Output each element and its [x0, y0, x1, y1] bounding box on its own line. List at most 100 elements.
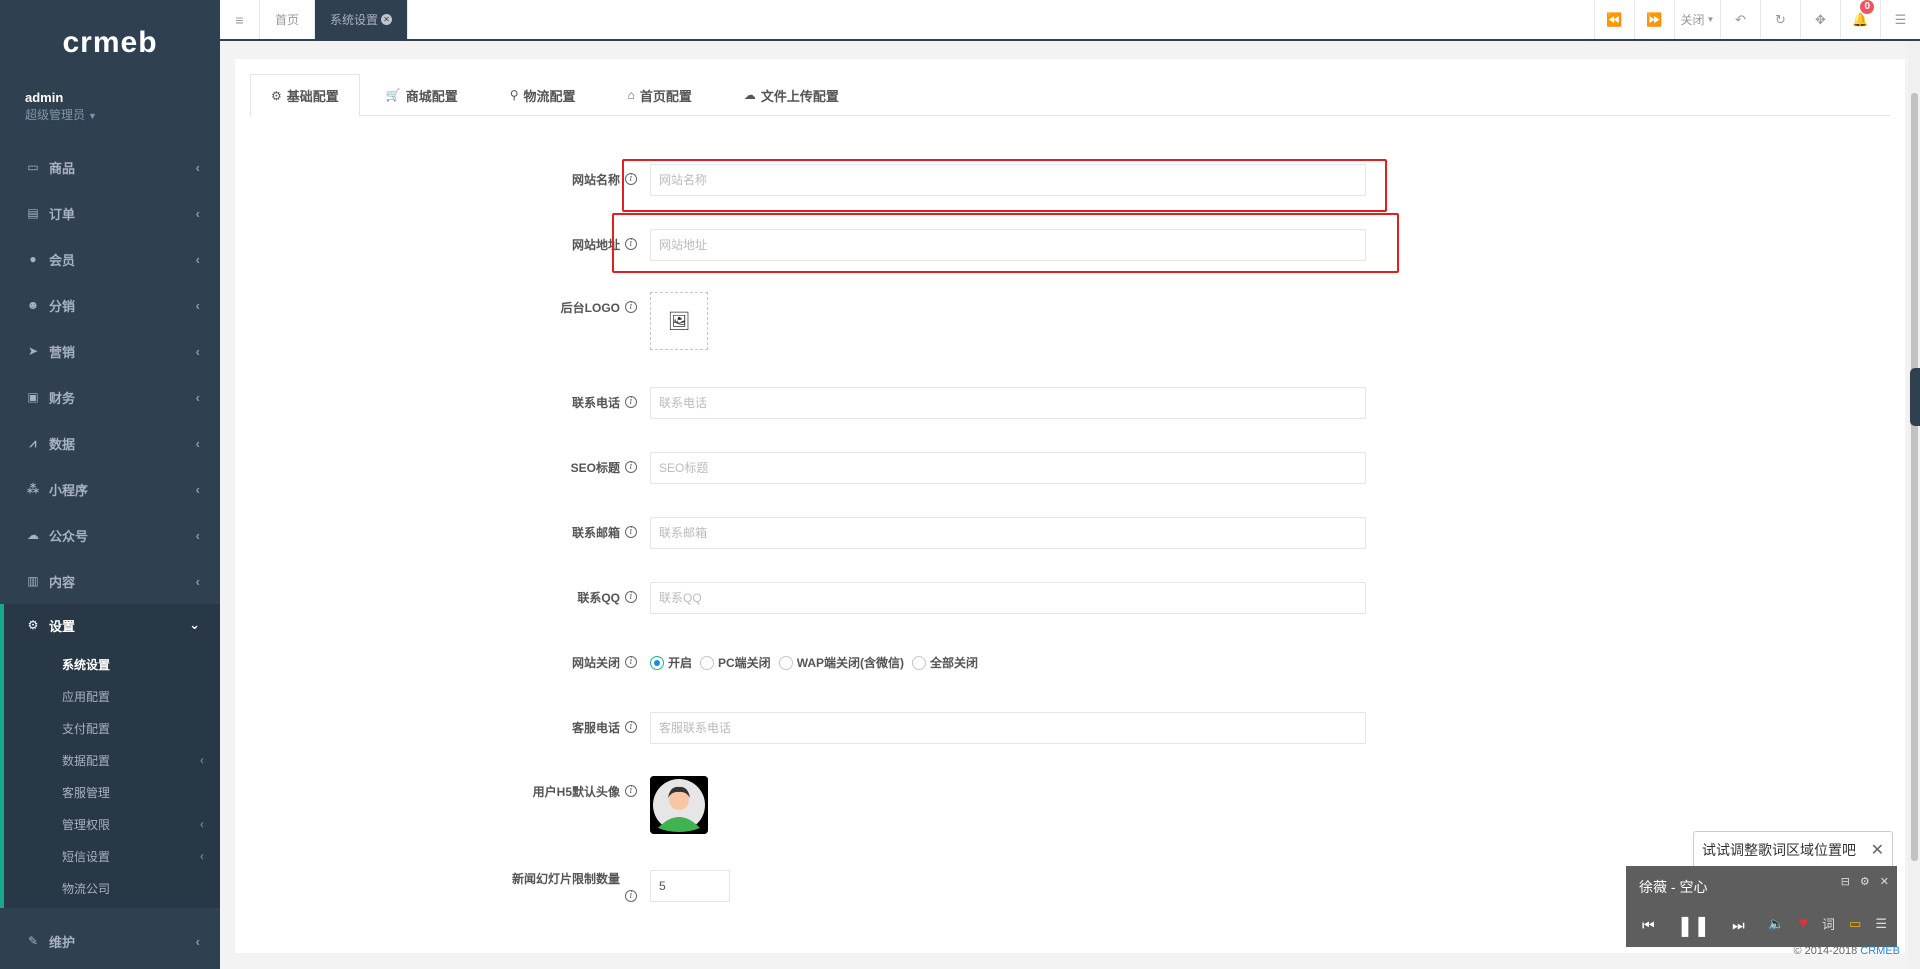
- close-tab-icon[interactable]: ✕: [381, 14, 393, 25]
- qq-input[interactable]: [650, 582, 1366, 614]
- subnav-item-label: 系统设置: [62, 657, 111, 672]
- sidebar-item-4[interactable]: ➤ 营销 ‹: [0, 328, 220, 374]
- info-icon[interactable]: i: [625, 656, 637, 668]
- scrollbar[interactable]: [1908, 41, 1920, 969]
- form-row-site-close: 网站关闭 i 开启 PC端关闭 WAP端关闭(含微信) 全部关闭: [235, 647, 1905, 679]
- seo-title-input[interactable]: [650, 452, 1366, 484]
- user-role-dropdown[interactable]: 超级管理员 ▼: [25, 106, 195, 125]
- chevron-left-icon: ‹: [195, 527, 200, 543]
- config-tab-1[interactable]: 🛒 商城配置: [360, 74, 484, 116]
- form-row-qq: 联系QQ i: [235, 582, 1905, 614]
- side-panel-handle[interactable]: [1910, 368, 1920, 426]
- tab-system-settings[interactable]: 系统设置 ✕: [315, 0, 409, 39]
- chevron-down-icon: ⌄: [189, 617, 200, 632]
- sidebar-item-8[interactable]: ☁ 公众号 ‹: [0, 512, 220, 558]
- sidebar-item-0[interactable]: ▭ 商品 ‹: [0, 144, 220, 190]
- sidebar-item-3[interactable]: ☻ 分销 ‹: [0, 282, 220, 328]
- scrollbar-thumb[interactable]: [1911, 93, 1918, 861]
- news-slide-limit-input[interactable]: [650, 870, 730, 902]
- settings-icon[interactable]: ⚙: [1860, 875, 1870, 888]
- subnav-item-7[interactable]: 物流公司: [4, 872, 220, 904]
- backward-icon: ⏪: [1606, 11, 1623, 27]
- tab-home[interactable]: 首页: [260, 0, 316, 39]
- radio-circle[interactable]: [650, 655, 664, 670]
- sidebar-item-label: 数据: [49, 436, 76, 452]
- sidebar-item-label: 设置: [49, 618, 76, 634]
- config-tab-2[interactable]: ⚲ 物流配置: [484, 74, 602, 116]
- info-icon[interactable]: i: [625, 591, 637, 603]
- gear-icon: ⚙: [271, 88, 282, 103]
- sidebar-item-settings[interactable]: ⚙ 设置 ⌄: [0, 604, 220, 646]
- phone-input[interactable]: [650, 387, 1366, 419]
- close-icon[interactable]: ✕: [1871, 840, 1884, 860]
- sidebar-item-7[interactable]: ⁂ 小程序 ‹: [0, 466, 220, 512]
- close-icon[interactable]: ✕: [1880, 875, 1889, 888]
- chevron-left-icon: ‹: [195, 481, 200, 497]
- logo-upload-button[interactable]: 🖼: [650, 292, 708, 350]
- radio-circle[interactable]: [912, 655, 927, 670]
- sidebar-item-9[interactable]: ▥ 内容 ‹: [0, 558, 220, 604]
- close-tabs-dropdown[interactable]: 关闭 ▼: [1674, 0, 1720, 39]
- footer-link[interactable]: CRMEB: [1860, 945, 1900, 957]
- subnav-item-label: 应用配置: [62, 689, 111, 704]
- pause-icon[interactable]: ❚❚: [1677, 913, 1711, 938]
- sidebar-item-5[interactable]: ▣ 财务 ‹: [0, 374, 220, 420]
- player-extra-controls: 🔈 ♥ 词 ▭ ☰: [1768, 914, 1887, 933]
- config-tab-0[interactable]: ⚙ 基础配置: [250, 74, 360, 117]
- sidebar-item-6[interactable]: ⩘ 数据 ‹: [0, 420, 220, 466]
- logo-label: 后台LOGO: [560, 301, 620, 315]
- settings-panel-button[interactable]: ☰: [1880, 0, 1920, 39]
- playlist-icon[interactable]: ☰: [1875, 916, 1887, 932]
- info-icon[interactable]: i: [625, 721, 637, 733]
- volume-icon[interactable]: 🔈: [1768, 916, 1784, 932]
- info-icon[interactable]: i: [625, 301, 637, 313]
- menu-toggle-button[interactable]: ≡: [220, 0, 260, 39]
- subnav-item-label: 支付配置: [62, 721, 111, 736]
- user-profile[interactable]: admin 超级管理员 ▼: [0, 86, 220, 144]
- info-icon[interactable]: i: [625, 461, 637, 473]
- content-area: ⚙基础配置🛒商城配置⚲物流配置⌂首页配置☁文件上传配置 网站名称 i 网站地址 …: [220, 41, 1920, 969]
- next-icon[interactable]: ⏭: [1732, 917, 1745, 934]
- lyrics-button[interactable]: 词: [1822, 914, 1835, 933]
- subnav-item-2[interactable]: 支付配置: [4, 712, 220, 744]
- scroll-right-button[interactable]: ⏩: [1634, 0, 1674, 39]
- config-tab-label: 物流配置: [523, 88, 576, 104]
- gear-icon: ⚙: [27, 618, 39, 632]
- sidebar-item-label: 小程序: [49, 482, 89, 498]
- config-tab-4[interactable]: ☁ 文件上传配置: [718, 74, 865, 116]
- sidebar-item-2[interactable]: ● 会员 ‹: [0, 236, 220, 282]
- info-icon[interactable]: i: [625, 396, 637, 408]
- radio-circle[interactable]: [778, 655, 793, 670]
- site-close-option-0[interactable]: 开启: [650, 654, 692, 671]
- scroll-left-button[interactable]: ⏪: [1594, 0, 1634, 39]
- refresh-button[interactable]: ↻: [1760, 0, 1800, 39]
- lock-lyrics-icon[interactable]: ⊟: [1841, 875, 1850, 888]
- subnav-item-1[interactable]: 应用配置: [4, 680, 220, 712]
- subnav-item-4[interactable]: 客服管理: [4, 776, 220, 808]
- previous-icon[interactable]: ⏮: [1642, 917, 1655, 934]
- subnav-item-0[interactable]: 系统设置: [4, 648, 220, 680]
- sidebar-item-1[interactable]: ▤ 订单 ‹: [0, 190, 220, 236]
- fullscreen-button[interactable]: ✥: [1800, 0, 1840, 39]
- info-icon[interactable]: i: [625, 526, 637, 538]
- subnav-item-5[interactable]: 管理权限 ‹: [4, 808, 220, 840]
- h5-avatar-upload[interactable]: [650, 776, 708, 834]
- site-close-option-3[interactable]: 全部关闭: [912, 654, 978, 671]
- site-close-option-2[interactable]: WAP端关闭(含微信): [778, 654, 904, 671]
- radio-circle[interactable]: [700, 655, 715, 670]
- chevron-left-icon: ‹: [195, 159, 200, 175]
- config-tab-label: 首页配置: [639, 88, 692, 104]
- email-input[interactable]: [650, 517, 1366, 549]
- site-close-option-1[interactable]: PC端关闭: [700, 654, 771, 671]
- info-icon[interactable]: i: [625, 785, 637, 797]
- service-phone-input[interactable]: [650, 712, 1366, 744]
- sidebar-item-maintenance[interactable]: ✎ 维护 ‹: [0, 918, 220, 964]
- subnav-item-6[interactable]: 短信设置 ‹: [4, 840, 220, 872]
- heart-icon[interactable]: ♥: [1799, 915, 1809, 933]
- desktop-lyrics-icon[interactable]: ▭: [1849, 916, 1861, 932]
- back-button[interactable]: ↶: [1720, 0, 1760, 39]
- notification-button[interactable]: 🔔 0: [1840, 0, 1880, 39]
- info-icon[interactable]: i: [625, 890, 637, 902]
- subnav-item-3[interactable]: 数据配置 ‹: [4, 744, 220, 776]
- config-tab-3[interactable]: ⌂ 首页配置: [602, 74, 718, 116]
